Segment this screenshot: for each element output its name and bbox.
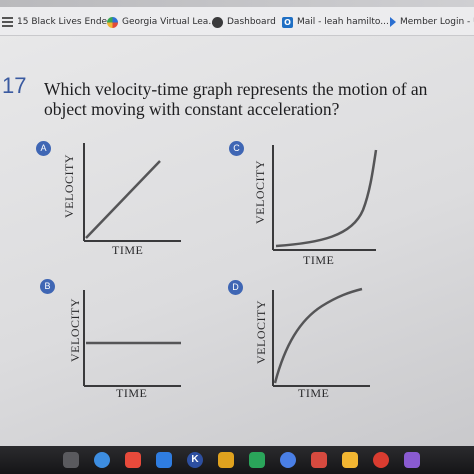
chrome-icon[interactable]: [218, 452, 234, 468]
camera-icon[interactable]: [94, 452, 110, 468]
app-icon[interactable]: [404, 452, 420, 468]
graph-curve: [273, 287, 363, 384]
docs-icon[interactable]: [280, 452, 296, 468]
screencastify-icon[interactable]: [125, 452, 141, 468]
option-d-svg: [272, 287, 370, 387]
gmail-icon[interactable]: [373, 452, 389, 468]
icon-glyph: K: [191, 454, 199, 465]
files-icon[interactable]: [156, 452, 172, 468]
drive-icon[interactable]: [342, 452, 358, 468]
launcher-icon[interactable]: [63, 452, 79, 468]
meet-icon[interactable]: [249, 452, 265, 468]
store-icon[interactable]: [311, 452, 327, 468]
taskbar: K: [0, 446, 474, 474]
kami-icon[interactable]: K: [187, 452, 203, 468]
screen: 15 Black Lives Ende... Georgia Virtual L…: [0, 0, 474, 474]
